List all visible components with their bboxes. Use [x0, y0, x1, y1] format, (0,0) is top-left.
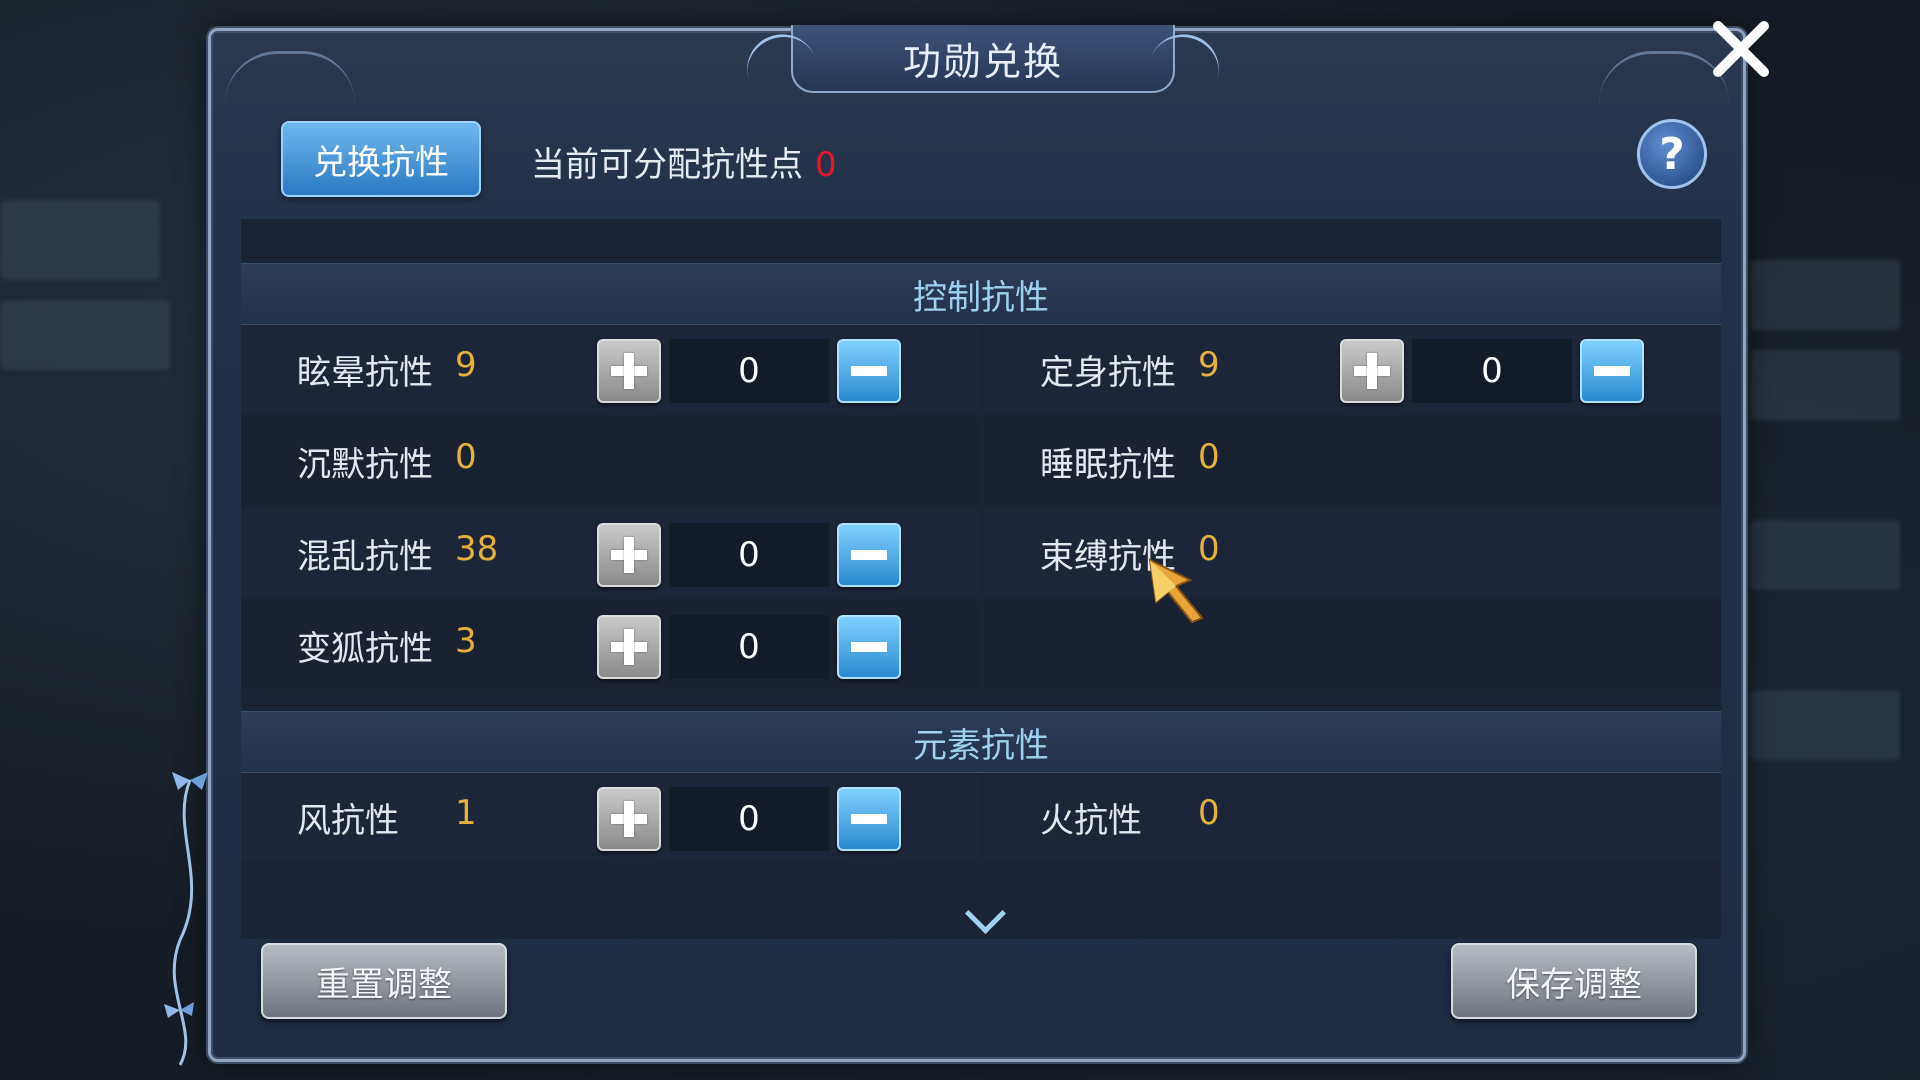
- resistance-row: 变狐抗性 3 0: [241, 601, 1721, 689]
- minus-button[interactable]: [837, 787, 901, 851]
- resistance-name: 沉默抗性: [297, 445, 433, 485]
- resistance-value: 9: [455, 345, 477, 385]
- resistance-cell: 睡眠抗性 0: [984, 417, 1721, 505]
- resistance-row: 沉默抗性 0 睡眠抗性 0: [241, 417, 1721, 505]
- resistance-value: 0: [1198, 437, 1220, 477]
- resistance-cell: 眩晕抗性 9 0: [241, 325, 978, 413]
- reset-label: 重置调整: [316, 964, 452, 1005]
- available-points-value: 0: [815, 145, 837, 185]
- plus-button[interactable]: [597, 615, 661, 679]
- background-panel: [0, 300, 170, 370]
- resistance-cell: 火抗性 0: [984, 773, 1721, 861]
- cursor-icon: [1148, 558, 1204, 624]
- background-panel: [1750, 350, 1900, 420]
- resistance-row: 风抗性 1 0 火抗性 0: [241, 773, 1721, 861]
- empty-cell: [984, 601, 1721, 689]
- save-label: 保存调整: [1506, 964, 1642, 1005]
- tab-label: 兑换抗性: [313, 142, 449, 183]
- chevron-down-icon[interactable]: [964, 892, 1007, 935]
- minus-button[interactable]: [837, 615, 901, 679]
- resistance-name: 睡眠抗性: [1040, 445, 1176, 485]
- minus-button[interactable]: [837, 523, 901, 587]
- game-screen: 功勋兑换 兑换抗性 当前可分配抗性点 0 ? 控制抗性 眩晕抗性 9 0 定身抗…: [0, 0, 1920, 1080]
- background-panel: [1750, 690, 1900, 760]
- resistance-row: 混乱抗性 38 0 束缚抗性 0: [241, 509, 1721, 597]
- title-ornament-right: [1148, 25, 1228, 88]
- available-points-label: 当前可分配抗性点: [531, 145, 803, 185]
- resistance-value: 38: [455, 529, 499, 569]
- plus-button[interactable]: [597, 787, 661, 851]
- minus-button[interactable]: [1580, 339, 1644, 403]
- resistance-value: 0: [1198, 793, 1220, 833]
- allocation-count: 0: [669, 615, 829, 679]
- resistance-cell: 风抗性 1 0: [241, 773, 978, 861]
- background-panel: [0, 200, 160, 280]
- section-title: 控制抗性: [913, 277, 1049, 318]
- section-header-control: 控制抗性: [241, 263, 1721, 325]
- resistance-cell: 定身抗性 9 0: [984, 325, 1721, 413]
- resistance-cell: 沉默抗性 0: [241, 417, 978, 505]
- allocation-count: 0: [669, 523, 829, 587]
- close-icon[interactable]: [1706, 14, 1776, 84]
- resistance-list[interactable]: 控制抗性 眩晕抗性 9 0 定身抗性 9 0 沉默抗性 0 睡眠抗性 0 混乱抗…: [241, 219, 1721, 939]
- allocation-count: 0: [669, 339, 829, 403]
- resistance-row: 眩晕抗性 9 0 定身抗性 9 0: [241, 325, 1721, 413]
- help-button[interactable]: ?: [1637, 119, 1707, 189]
- save-adjustment-button[interactable]: 保存调整: [1451, 943, 1697, 1019]
- background-panel: [1750, 520, 1900, 590]
- title-plate: 功勋兑换: [738, 25, 1228, 93]
- exchange-dialog: 功勋兑换 兑换抗性 当前可分配抗性点 0 ? 控制抗性 眩晕抗性 9 0 定身抗…: [208, 25, 1746, 1062]
- resistance-cell: 束缚抗性 0: [984, 509, 1721, 597]
- section-title: 元素抗性: [913, 725, 1049, 766]
- available-points: 当前可分配抗性点 0: [531, 137, 837, 186]
- plus-button[interactable]: [597, 523, 661, 587]
- dialog-title: 功勋兑换: [902, 39, 1063, 84]
- resistance-value: 1: [455, 793, 477, 833]
- reset-adjustment-button[interactable]: 重置调整: [261, 943, 507, 1019]
- resistance-name: 定身抗性: [1040, 353, 1176, 393]
- resistance-name: 混乱抗性: [297, 537, 433, 577]
- section-header-element: 元素抗性: [241, 711, 1721, 773]
- resistance-value: 0: [455, 437, 477, 477]
- plus-button[interactable]: [1340, 339, 1404, 403]
- background-panel: [1750, 260, 1900, 330]
- corner-ornament: [225, 51, 355, 104]
- title-ornament-left: [738, 25, 818, 88]
- resistance-value: 3: [455, 621, 477, 661]
- butterfly-decoration: [164, 772, 208, 1066]
- help-icon: ?: [1659, 128, 1685, 180]
- resistance-value: 9: [1198, 345, 1220, 385]
- resistance-name: 风抗性: [297, 801, 399, 841]
- resistance-cell: 变狐抗性 3 0: [241, 601, 978, 689]
- resistance-cell: 混乱抗性 38 0: [241, 509, 978, 597]
- allocation-count: 0: [669, 787, 829, 851]
- minus-button[interactable]: [837, 339, 901, 403]
- resistance-name: 眩晕抗性: [297, 353, 433, 393]
- resistance-name: 火抗性: [1040, 801, 1142, 841]
- allocation-count: 0: [1412, 339, 1572, 403]
- resistance-name: 变狐抗性: [297, 629, 433, 669]
- tab-exchange-resistance[interactable]: 兑换抗性: [281, 121, 481, 197]
- plus-button[interactable]: [597, 339, 661, 403]
